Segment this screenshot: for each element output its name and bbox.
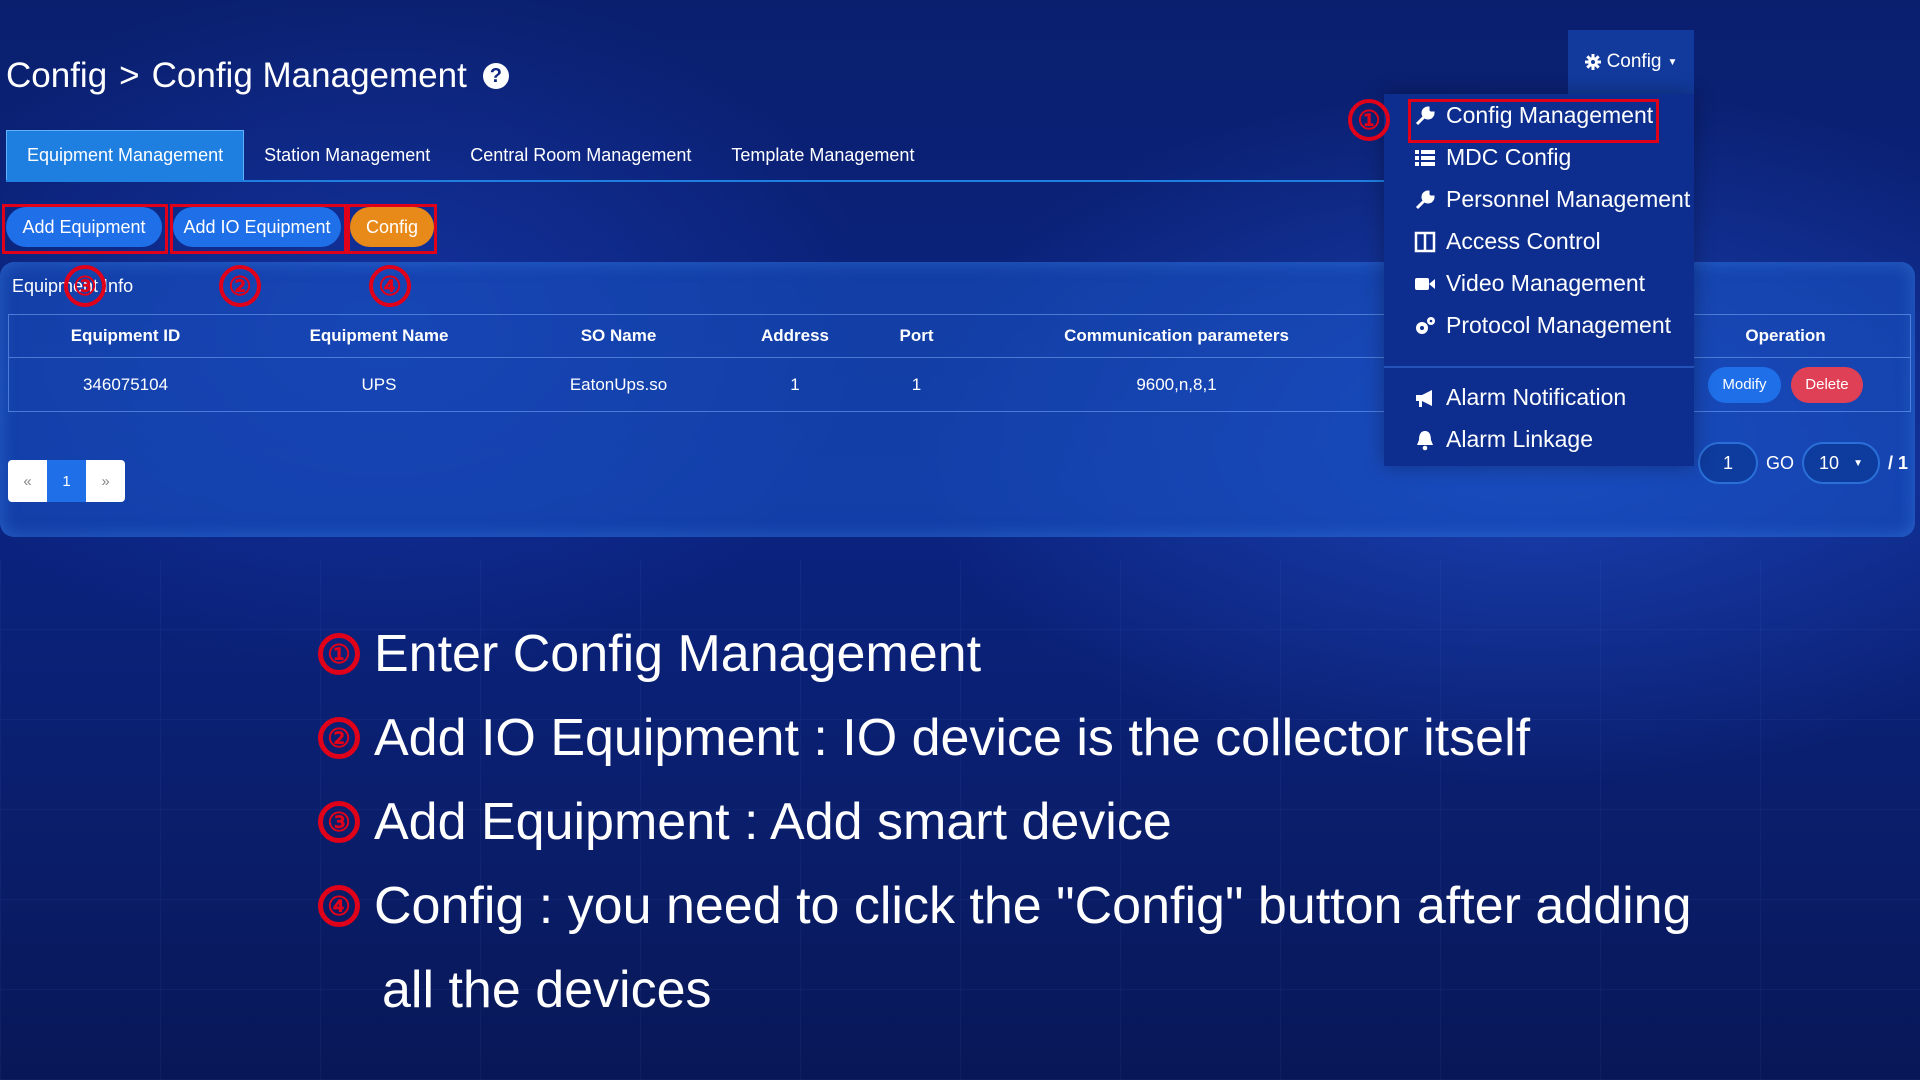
menu-item-label: Alarm Linkage bbox=[1446, 426, 1594, 452]
menu-item-video-management[interactable]: Video Management bbox=[1414, 270, 1645, 297]
step-3-text: Add Equipment : Add smart device bbox=[374, 793, 1172, 851]
menu-item-protocol-management[interactable]: Protocol Management bbox=[1414, 312, 1671, 339]
step-4-text: Config : you need to click the "Config" … bbox=[374, 877, 1692, 935]
page-number-input[interactable]: 1 bbox=[1698, 442, 1758, 484]
step-3: ③ Add Equipment : Add smart device bbox=[318, 780, 1692, 864]
step-1: ① Enter Config Management bbox=[318, 612, 1692, 696]
tab-central-room-management[interactable]: Central Room Management bbox=[450, 130, 711, 180]
config-button[interactable]: Config bbox=[350, 207, 434, 247]
caret-down-icon: ▼ bbox=[1667, 56, 1678, 68]
marker-1: ① bbox=[1348, 99, 1390, 141]
step-4-continuation: all the devices bbox=[318, 948, 1692, 1032]
prev-page-button[interactable]: « bbox=[8, 460, 47, 502]
menu-item-label: Video Management bbox=[1446, 270, 1646, 296]
menu-item-config-management[interactable]: Config Management bbox=[1414, 102, 1653, 129]
step-1-number: ① bbox=[318, 633, 360, 675]
step-4-number: ④ bbox=[318, 885, 360, 927]
tab-station-management[interactable]: Station Management bbox=[244, 130, 450, 180]
door-icon bbox=[1414, 231, 1436, 252]
breadcrumb-root[interactable]: Config bbox=[6, 56, 107, 96]
col-operation: Operation bbox=[1745, 326, 1826, 345]
cell-port: 1 bbox=[911, 374, 922, 394]
menu-item-mdc-config[interactable]: MDC Config bbox=[1414, 144, 1571, 171]
marker-4: ④ bbox=[369, 265, 411, 307]
step-2: ② Add IO Equipment : IO device is the co… bbox=[318, 696, 1692, 780]
step-4-text-continued: all the devices bbox=[382, 961, 712, 1019]
tab-template-management[interactable]: Template Management bbox=[711, 130, 934, 180]
tab-equipment-management[interactable]: Equipment Management bbox=[6, 130, 245, 180]
wrench-icon bbox=[1415, 189, 1435, 209]
current-page-button[interactable]: 1 bbox=[47, 460, 86, 502]
instruction-steps: ① Enter Config Management ② Add IO Equip… bbox=[318, 612, 1692, 1032]
gear-icon bbox=[1584, 54, 1601, 70]
cell-communication-parameters: 9600,n,8,1 bbox=[1136, 374, 1217, 394]
add-equipment-button[interactable]: Add Equipment bbox=[6, 207, 162, 247]
menu-item-alarm-notification[interactable]: Alarm Notification bbox=[1414, 384, 1626, 411]
menu-item-label: Config Management bbox=[1446, 102, 1654, 128]
breadcrumb: Config > Config Management ? bbox=[6, 56, 509, 96]
cell-operation: Modify Delete bbox=[1659, 366, 1912, 403]
go-button[interactable]: GO bbox=[1766, 453, 1794, 474]
menu-item-alarm-linkage[interactable]: Alarm Linkage bbox=[1414, 426, 1593, 453]
menu-item-access-control[interactable]: Access Control bbox=[1414, 228, 1601, 255]
marker-2: ② bbox=[219, 265, 261, 307]
tab-bar: Equipment Management Station Management … bbox=[6, 130, 934, 180]
list-icon bbox=[1415, 149, 1435, 166]
wrench-icon bbox=[1415, 105, 1435, 125]
menu-item-personnel-management[interactable]: Personnel Management bbox=[1414, 186, 1690, 213]
cell-address: 1 bbox=[790, 374, 800, 394]
tab-underline bbox=[6, 180, 1386, 182]
bell-icon bbox=[1417, 430, 1433, 450]
col-so-name: SO Name bbox=[580, 326, 657, 345]
total-pages: / 1 bbox=[1888, 452, 1909, 473]
step-1-text: Enter Config Management bbox=[374, 625, 982, 683]
megaphone-icon bbox=[1416, 389, 1432, 407]
pagination: « 1 » bbox=[8, 460, 125, 502]
page-size-value: 10 bbox=[1819, 452, 1840, 473]
step-4: ④ Config : you need to click the "Config… bbox=[318, 864, 1692, 948]
page-jump: 1 GO 10 ▼ / 1 bbox=[1698, 442, 1908, 484]
config-dropdown-menu: Config Management MDC Config Personnel M… bbox=[1384, 94, 1694, 466]
add-io-equipment-button[interactable]: Add IO Equipment bbox=[173, 207, 341, 247]
menu-item-label: Access Control bbox=[1446, 228, 1601, 254]
cell-so-name: EatonUps.so bbox=[569, 374, 668, 394]
col-address: Address bbox=[760, 326, 830, 345]
cell-equipment-id: 346075104 bbox=[82, 374, 169, 394]
menu-item-label: Alarm Notification bbox=[1446, 384, 1627, 410]
config-dropdown-label: Config bbox=[1606, 51, 1662, 72]
breadcrumb-separator: > bbox=[119, 56, 140, 95]
step-2-text: Add IO Equipment : IO device is the coll… bbox=[374, 709, 1531, 767]
step-3-number: ③ bbox=[318, 801, 360, 843]
menu-item-label: Protocol Management bbox=[1446, 312, 1672, 338]
col-equipment-id: Equipment ID bbox=[70, 326, 181, 345]
step-2-number: ② bbox=[318, 717, 360, 759]
page-title: Config Management bbox=[151, 56, 467, 95]
caret-down-icon: ▼ bbox=[1853, 457, 1863, 469]
page-size-select[interactable]: 10 ▼ bbox=[1802, 442, 1881, 484]
help-icon[interactable]: ? bbox=[482, 63, 509, 89]
delete-button[interactable]: Delete bbox=[1791, 366, 1863, 403]
menu-divider bbox=[1384, 366, 1694, 368]
config-dropdown-toggle[interactable]: Config ▼ bbox=[1568, 30, 1694, 94]
modify-button[interactable]: Modify bbox=[1708, 366, 1781, 403]
cell-equipment-name: UPS bbox=[361, 374, 397, 394]
col-port: Port bbox=[899, 326, 934, 345]
gears-icon bbox=[1416, 316, 1435, 334]
col-communication-parameters: Communication parameters bbox=[1064, 326, 1289, 345]
menu-item-label: MDC Config bbox=[1446, 144, 1572, 170]
video-camera-icon bbox=[1415, 277, 1435, 290]
menu-item-label: Personnel Management bbox=[1446, 186, 1691, 212]
col-equipment-name: Equipment Name bbox=[309, 326, 449, 345]
next-page-button[interactable]: » bbox=[86, 460, 125, 502]
marker-3: ③ bbox=[64, 265, 106, 307]
